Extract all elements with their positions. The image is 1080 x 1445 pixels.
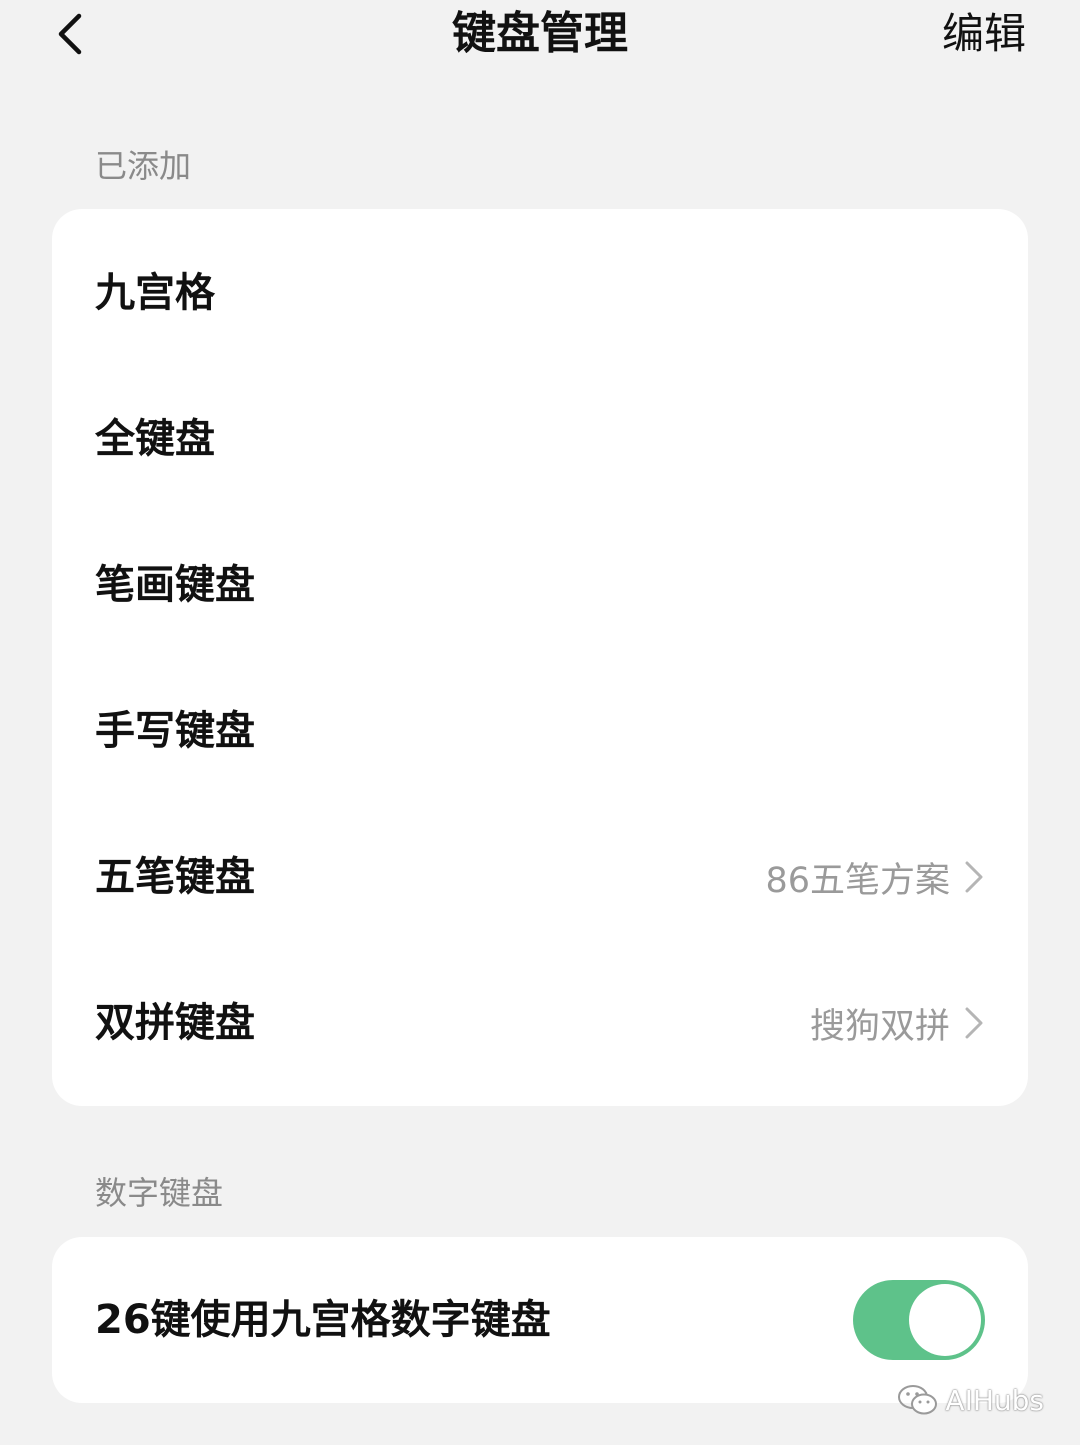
- page-title: 键盘管理: [452, 8, 628, 59]
- numeric-toggle-label: 26键使用九宫格数字键盘: [95, 1297, 551, 1343]
- numeric-keyboard-toggle[interactable]: [853, 1280, 985, 1360]
- keyboard-row-label: 全键盘: [95, 416, 215, 462]
- keyboard-row-shuangpin[interactable]: 双拼键盘 搜狗双拼: [52, 950, 1028, 1096]
- keyboard-row-stroke[interactable]: 笔画键盘: [52, 512, 1028, 658]
- wechat-icon: [898, 1385, 938, 1415]
- keyboard-row-label: 五笔键盘: [95, 854, 255, 900]
- keyboard-row-label: 九宫格: [95, 270, 215, 316]
- numeric-toggle-row: 26键使用九宫格数字键盘: [52, 1237, 1028, 1403]
- keyboard-row-full[interactable]: 全键盘: [52, 366, 1028, 512]
- numeric-keyboard-card: 26键使用九宫格数字键盘: [52, 1237, 1028, 1403]
- keyboard-row-label: 笔画键盘: [95, 562, 255, 608]
- keyboard-management-page: 键盘管理 编辑 已添加 九宫格 全键盘 笔画键盘 手写键盘 五笔键盘 86五笔方…: [0, 0, 1080, 1445]
- shuangpin-scheme-value: 搜狗双拼: [809, 1006, 950, 1047]
- keyboard-row-label: 双拼键盘: [95, 1000, 255, 1046]
- keyboard-row-nine-grid[interactable]: 九宫格: [52, 220, 1028, 366]
- keyboard-row-wubi[interactable]: 五笔键盘 86五笔方案: [52, 804, 1028, 950]
- keyboard-row-label: 手写键盘: [95, 708, 255, 754]
- row-right-group: 86五笔方案: [765, 804, 988, 950]
- chevron-right-icon: [960, 857, 988, 897]
- section-label-numeric: 数字键盘: [95, 1174, 224, 1212]
- header: 键盘管理 编辑: [0, 0, 1080, 70]
- wubi-scheme-value: 86五笔方案: [765, 860, 950, 901]
- edit-button[interactable]: 编辑: [942, 4, 1026, 64]
- watermark: AIHubs: [897, 1383, 1044, 1417]
- watermark-text: AIHubs: [945, 1383, 1044, 1417]
- chevron-right-icon: [960, 1003, 988, 1043]
- added-keyboards-card: 九宫格 全键盘 笔画键盘 手写键盘 五笔键盘 86五笔方案 双拼键盘 搜狗双拼: [52, 209, 1028, 1106]
- row-right-group: 搜狗双拼: [810, 950, 988, 1096]
- section-label-added: 已添加: [95, 147, 192, 185]
- keyboard-row-handwriting[interactable]: 手写键盘: [52, 658, 1028, 804]
- toggle-knob: [909, 1284, 981, 1356]
